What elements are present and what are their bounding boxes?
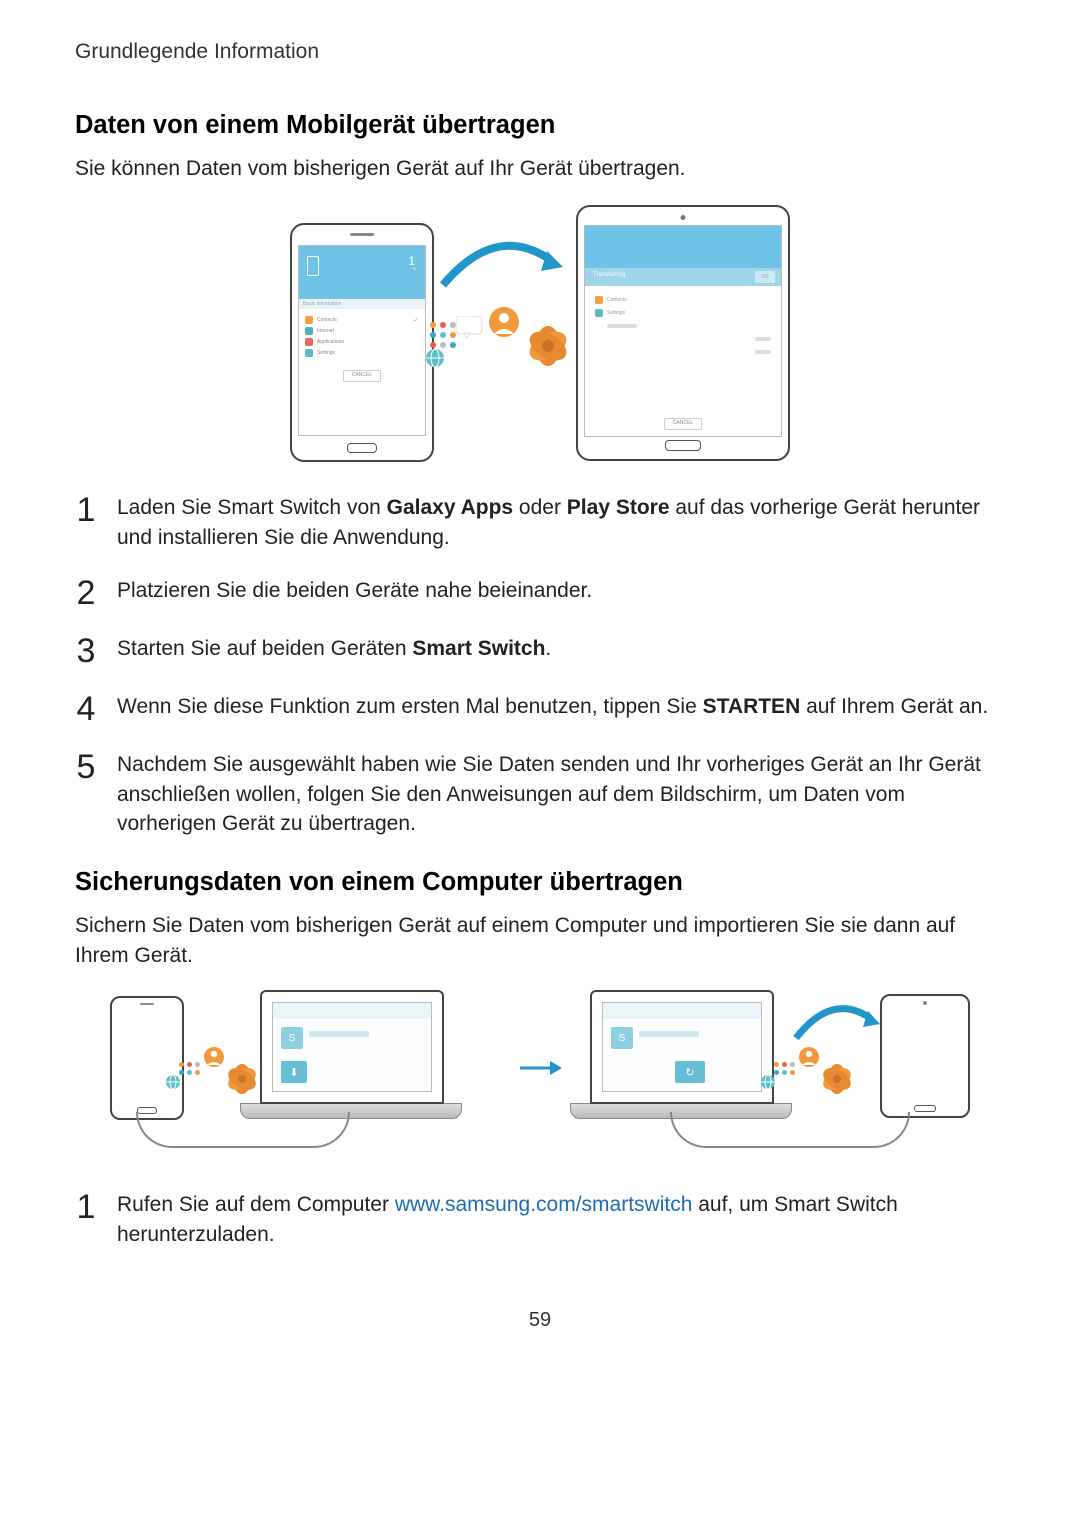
transfer-computer-illustration: S ⬇ bbox=[75, 990, 1005, 1150]
phone-cancel-button: CANCEL bbox=[343, 370, 381, 382]
section1-steps: 1 Laden Sie Smart Switch von Galaxy Apps… bbox=[75, 493, 1005, 838]
section2-intro: Sichern Sie Daten vom bisherigen Gerät a… bbox=[75, 911, 1005, 970]
sync-decorative-cluster-small bbox=[165, 1040, 275, 1100]
tablet-device-small bbox=[880, 994, 970, 1118]
step2-1: 1 Rufen Sie auf dem Computer www.samsung… bbox=[75, 1190, 1005, 1249]
globe-icon bbox=[165, 1074, 181, 1090]
smartswitch-app-icon: S bbox=[281, 1027, 303, 1049]
restore-icon: ↻ bbox=[675, 1061, 705, 1083]
section2-title: Sicherungsdaten von einem Computer übert… bbox=[75, 868, 1005, 897]
usb-cable-icon bbox=[670, 1112, 910, 1148]
phone-device: 1 % Basic information Contacts✓ Internet… bbox=[290, 223, 434, 462]
transfer-mobile-illustration: 1 % Basic information Contacts✓ Internet… bbox=[290, 203, 790, 463]
section1-title: Daten von einem Mobilgerät übertragen bbox=[75, 111, 1005, 140]
step-1-text: Laden Sie Smart Switch von Galaxy Apps o… bbox=[117, 493, 1005, 552]
section2-steps: 1 Rufen Sie auf dem Computer www.samsung… bbox=[75, 1190, 1005, 1249]
step-5-text: Nachdem Sie ausgewählt haben wie Sie Dat… bbox=[117, 750, 1005, 838]
avatar-icon bbox=[488, 306, 520, 338]
backup-phase-illustration: S ⬇ bbox=[110, 990, 500, 1150]
step-2: 2 Platzieren Sie die beiden Geräte nahe … bbox=[75, 576, 1005, 610]
step-5: 5 Nachdem Sie ausgewählt haben wie Sie D… bbox=[75, 750, 1005, 838]
usb-cable-icon bbox=[136, 1112, 350, 1148]
flower-icon bbox=[520, 318, 576, 374]
smartswitch-app-icon: S bbox=[611, 1027, 633, 1049]
download-icon: ⬇ bbox=[281, 1061, 307, 1083]
chat-bubble-icon bbox=[456, 316, 484, 340]
laptop-device-right: S ↻ bbox=[590, 990, 774, 1119]
section1-intro: Sie können Daten vom bisherigen Gerät au… bbox=[75, 154, 1005, 183]
step-4-text: Wenn Sie diese Funktion zum ersten Mal b… bbox=[117, 692, 1005, 721]
restore-phase-illustration: S ↻ bbox=[580, 990, 970, 1150]
globe-icon bbox=[425, 348, 445, 368]
step2-1-text: Rufen Sie auf dem Computer www.samsung.c… bbox=[117, 1190, 1005, 1249]
manual-page: Grundlegende Information Daten von einem… bbox=[0, 0, 1080, 1372]
tablet-progress-percent: 1% bbox=[755, 271, 775, 283]
step-2-text: Platzieren Sie die beiden Geräte nahe be… bbox=[117, 576, 1005, 605]
step-1: 1 Laden Sie Smart Switch von Galaxy Apps… bbox=[75, 493, 1005, 552]
flower-icon bbox=[816, 1058, 858, 1100]
step-4: 4 Wenn Sie diese Funktion zum ersten Mal… bbox=[75, 692, 1005, 726]
sync-decorative-cluster bbox=[430, 298, 580, 388]
flower-icon bbox=[221, 1058, 263, 1100]
page-number: 59 bbox=[75, 1309, 1005, 1332]
transfer-arrow-icon bbox=[790, 998, 880, 1044]
smartswitch-link[interactable]: www.samsung.com/smartswitch bbox=[395, 1193, 693, 1216]
sync-decorative-cluster-small bbox=[760, 1040, 870, 1100]
right-arrow-icon bbox=[518, 1058, 562, 1083]
step-3-text: Starten Sie auf beiden Geräten Smart Swi… bbox=[117, 634, 1005, 663]
section-breadcrumb: Grundlegende Information bbox=[75, 40, 1005, 66]
globe-icon bbox=[760, 1074, 776, 1090]
step-3: 3 Starten Sie auf beiden Geräten Smart S… bbox=[75, 634, 1005, 668]
laptop-device-left: S ⬇ bbox=[260, 990, 444, 1119]
tablet-cancel-button: CANCEL bbox=[664, 418, 702, 430]
tablet-device: Transferring 1% Contacts Settings CANCEL bbox=[576, 205, 790, 461]
transfer-arrow-icon bbox=[435, 233, 565, 293]
